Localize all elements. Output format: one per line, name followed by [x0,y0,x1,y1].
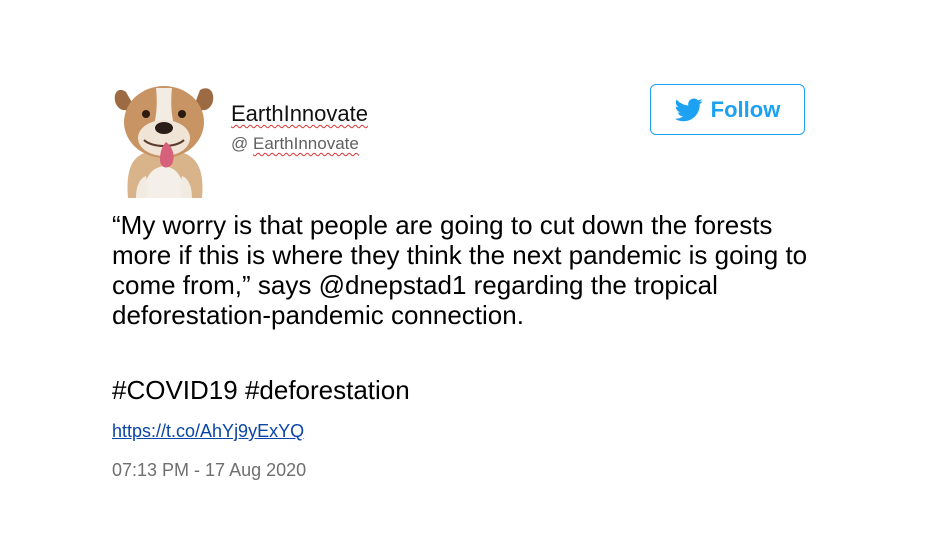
handle-prefix: @ [231,134,253,153]
user-handle[interactable]: @ EarthInnovate [231,134,359,154]
tweet-hashtags[interactable]: #COVID19 #deforestation [112,375,410,405]
follow-button[interactable]: Follow [650,84,805,135]
follow-label: Follow [710,96,781,122]
tweet-timestamp[interactable]: 07:13 PM - 17 Aug 2020 [112,459,306,481]
avatar[interactable] [108,78,220,198]
tweet-link[interactable]: https://t.co/AhYj9yExYQ [112,420,304,442]
tweet-text: “My worry is that people are going to cu… [112,210,808,330]
handle-text: EarthInnovate [252,134,359,153]
user-display-name[interactable]: EarthInnovate [231,101,368,127]
bulldog-avatar-icon [114,86,214,198]
tweet-card: EarthInnovate @ EarthInnovate Follow “My… [0,0,946,541]
twitter-bird-icon [674,97,703,121]
